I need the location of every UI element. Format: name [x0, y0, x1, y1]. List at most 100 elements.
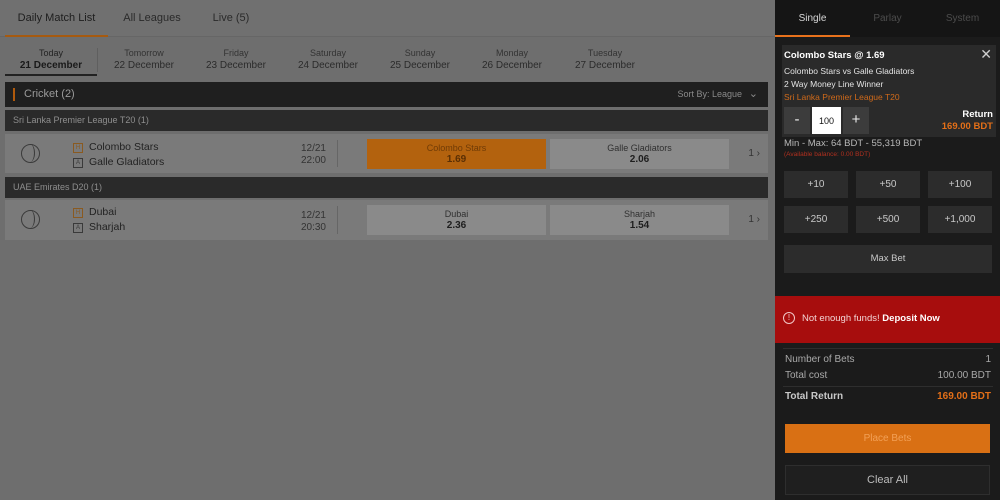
return-value: 169.00 BDT — [941, 121, 993, 132]
bet-card: Colombo Stars @ 1.69 ✕ Colombo Stars vs … — [782, 45, 996, 137]
league-header[interactable]: Sri Lanka Premier League T20 (1) — [5, 110, 768, 131]
summary-total-return: Total Return 169.00 BDT — [785, 391, 991, 402]
warning-icon: ! — [783, 312, 795, 324]
match-tabs: Daily Match List All Leagues Live (5) — [0, 0, 775, 37]
date-date: 27 December — [574, 60, 636, 71]
date-tab-tuesday[interactable]: Tuesday 27 December — [559, 44, 651, 76]
tab-daily-match-list[interactable]: Daily Match List — [5, 0, 108, 37]
summary-value: 1 — [985, 354, 991, 365]
date-date: 23 December — [205, 60, 267, 71]
cricket-ball-icon — [21, 144, 40, 163]
match-time: 20:30 — [300, 222, 326, 233]
league-header[interactable]: UAE Emirates D20 (1) — [5, 177, 768, 198]
quick-stake-250[interactable]: +250 — [784, 206, 848, 233]
clear-all-button[interactable]: Clear All — [785, 465, 990, 495]
insufficient-funds-alert: ! Not enough funds! Deposit Now — [775, 296, 1000, 343]
match-date: 12/21 — [300, 210, 326, 221]
summary-label: Total cost — [785, 370, 828, 381]
away-team: Sharjah — [89, 221, 126, 233]
odds-value: 1.69 — [446, 154, 467, 165]
sport-title: Cricket (2) — [24, 88, 75, 100]
decrease-stake-button[interactable]: - — [784, 107, 810, 134]
date-day: Saturday — [309, 48, 347, 58]
place-bets-button[interactable]: Place Bets — [785, 424, 990, 453]
date-date: 21 December — [19, 60, 83, 71]
quick-stake-500[interactable]: +500 — [856, 206, 920, 233]
date-day: Tomorrow — [124, 48, 164, 58]
away-team: Galle Gladiators — [89, 156, 165, 168]
away-badge: A — [73, 223, 83, 233]
cricket-ball-icon — [21, 210, 40, 229]
date-tab-tomorrow[interactable]: Tomorrow 22 December — [98, 44, 190, 76]
sport-header-cricket: Cricket (2) Sort By: League ⌄ — [5, 82, 768, 107]
available-balance: (Available balance: 0.00 BDT) — [784, 151, 871, 158]
date-date: 22 December — [113, 60, 175, 71]
summary-label: Number of Bets — [785, 354, 855, 365]
date-tab-friday[interactable]: Friday 23 December — [190, 44, 282, 76]
tab-all-leagues[interactable]: All Leagues — [112, 0, 192, 37]
more-markets-link[interactable]: 1 › — [748, 214, 760, 225]
bet-market: 2 Way Money Line Winner — [784, 79, 884, 89]
odds-button-away[interactable]: Sharjah 1.54 — [550, 205, 729, 235]
sort-by-dropdown[interactable]: Sort By: League — [677, 89, 742, 99]
match-list-panel: Daily Match List All Leagues Live (5) To… — [0, 0, 775, 500]
divider — [337, 206, 338, 234]
tab-parlay[interactable]: Parlay — [850, 0, 925, 37]
bet-slip-panel: Single Parlay System Colombo Stars @ 1.6… — [775, 0, 1000, 500]
tab-live[interactable]: Live (5) — [196, 0, 266, 37]
date-day: Today — [38, 48, 64, 58]
warning-message: Not enough funds! Deposit Now — [802, 313, 940, 324]
odds-name: Galle Gladiators — [607, 143, 672, 153]
odds-button-home[interactable]: Dubai 2.36 — [367, 205, 546, 235]
date-tab-sunday[interactable]: Sunday 25 December — [374, 44, 466, 76]
divider — [783, 386, 993, 387]
match-time: 22:00 — [300, 155, 326, 166]
bet-type-tabs: Single Parlay System — [775, 0, 1000, 37]
odds-value: 1.54 — [629, 220, 650, 231]
odds-button-away[interactable]: Galle Gladiators 2.06 — [550, 139, 729, 169]
date-day: Friday — [223, 48, 249, 58]
summary-value: 100.00 BDT — [937, 370, 991, 381]
home-team: Colombo Stars — [89, 141, 159, 153]
home-badge: H — [73, 208, 83, 218]
more-markets-link[interactable]: 1 › — [748, 148, 760, 159]
date-date: 24 December — [297, 60, 359, 71]
match-row: H Dubai A Sharjah 12/21 20:30 Dubai 2.36… — [5, 200, 768, 240]
home-team: Dubai — [89, 206, 117, 218]
warning-text: Not enough funds! — [802, 313, 883, 324]
chevron-down-icon[interactable]: ⌄ — [749, 87, 758, 100]
tab-single[interactable]: Single — [775, 0, 850, 37]
odds-name: Colombo Stars — [426, 143, 487, 153]
bet-selection: Colombo Stars @ 1.69 — [784, 50, 885, 61]
quick-stake-100[interactable]: +100 — [928, 171, 992, 198]
away-badge: A — [73, 158, 83, 168]
max-bet-button[interactable]: Max Bet — [784, 245, 992, 273]
summary-total-cost: Total cost 100.00 BDT — [785, 370, 991, 381]
tab-system[interactable]: System — [925, 0, 1000, 37]
sport-accent-bar — [13, 88, 15, 101]
date-tab-saturday[interactable]: Saturday 24 December — [282, 44, 374, 76]
increase-stake-button[interactable]: + — [843, 107, 869, 134]
quick-stake-10[interactable]: +10 — [784, 171, 848, 198]
quick-stake-1000[interactable]: +1,000 — [928, 206, 992, 233]
bet-league: Sri Lanka Premier League T20 — [784, 92, 900, 102]
odds-name: Dubai — [444, 209, 469, 219]
quick-stake-50[interactable]: +50 — [856, 171, 920, 198]
date-tab-monday[interactable]: Monday 26 December — [466, 44, 558, 76]
divider — [337, 140, 338, 167]
date-tab-today[interactable]: Today 21 December — [5, 44, 97, 76]
stake-input[interactable] — [812, 107, 841, 134]
match-date: 12/21 — [300, 143, 326, 154]
date-date: 26 December — [481, 60, 543, 71]
date-day: Sunday — [404, 48, 436, 58]
summary-label: Total Return — [785, 391, 844, 402]
date-selector: Today 21 December Tomorrow 22 December F… — [5, 44, 768, 78]
odds-button-home[interactable]: Colombo Stars 1.69 — [367, 139, 546, 169]
summary-value: 169.00 BDT — [937, 391, 991, 402]
match-row: H Colombo Stars A Galle Gladiators 12/21… — [5, 134, 768, 173]
divider — [783, 348, 993, 349]
close-icon[interactable]: ✕ — [980, 46, 992, 63]
min-max-limits: Min - Max: 64 BDT - 55,319 BDT — [784, 138, 923, 149]
return-label: Return — [962, 109, 993, 120]
deposit-now-link[interactable]: Deposit Now — [882, 313, 940, 324]
